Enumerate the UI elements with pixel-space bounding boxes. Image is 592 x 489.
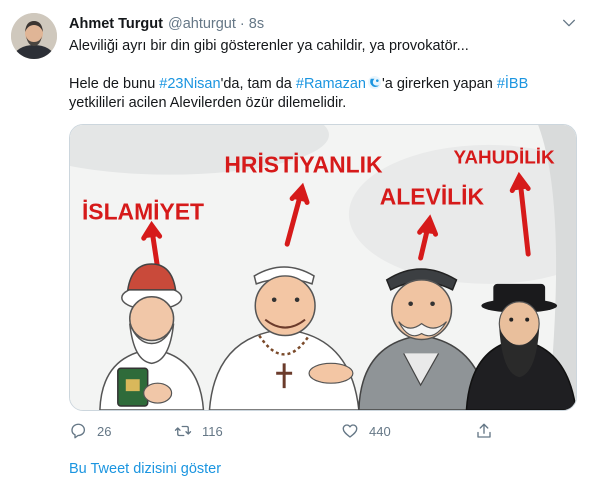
label-yahudilik: YAHUDİLİK: [453, 148, 555, 169]
chevron-down-icon[interactable]: [561, 15, 577, 31]
label-hristiyanlik: HRİSTİYANLIK: [224, 152, 383, 178]
like-action[interactable]: 440: [341, 422, 391, 440]
tweet-line-1: Aleviliği ayrı bir din gibi gösterenler …: [69, 38, 469, 54]
text-run: Hele de bunu: [69, 76, 160, 92]
tweet-paragraph-2: Hele de bunu #23Nisan'da, tam da #Ramaza…: [69, 75, 579, 113]
text-run: 'da, tam da: [220, 76, 296, 92]
author-name[interactable]: Ahmet Turgut: [69, 16, 163, 32]
reply-action[interactable]: 26: [69, 422, 111, 440]
text-run: yetkilileri acilen Alevilerden özür dile…: [69, 95, 347, 111]
reply-icon[interactable]: [69, 422, 87, 440]
separator-dot: ·: [239, 16, 245, 32]
tweet-header: Ahmet Turgut @ahturgut · 8s: [69, 14, 264, 34]
share-icon[interactable]: [475, 422, 493, 440]
hashtag-ramazan[interactable]: #Ramazan: [296, 76, 366, 92]
tweet[interactable]: Ahmet Turgut @ahturgut · 8s Aleviliği ay…: [0, 0, 592, 489]
label-islamiyet: İSLAMİYET: [82, 198, 204, 224]
like-icon[interactable]: [341, 422, 359, 440]
tweet-image[interactable]: İSLAMİYET HRİSTİYANLIK ALEVİLİK YAHUDİLİ…: [69, 124, 577, 411]
hashtag-23nisan[interactable]: #23Nisan: [159, 76, 220, 92]
retweet-count: 116: [202, 423, 223, 439]
retweet-icon[interactable]: [174, 422, 192, 440]
share-action[interactable]: [475, 422, 493, 440]
ramazan-wave-icon: [367, 75, 382, 90]
label-alevilik: ALEVİLİK: [380, 183, 485, 209]
retweet-action[interactable]: 116: [174, 422, 223, 440]
author-handle[interactable]: @ahturgut: [168, 16, 236, 32]
avatar[interactable]: [11, 13, 57, 59]
reply-count: 26: [97, 423, 112, 439]
hashtag-ibb[interactable]: #İBB: [497, 76, 528, 92]
like-count: 440: [369, 423, 391, 439]
tweet-actions: 26 116 440: [69, 422, 509, 442]
tweet-text: Aleviliği ayrı bir din gibi gösterenler …: [69, 37, 579, 113]
text-run: 'a girerken yapan: [382, 76, 497, 92]
show-thread-link[interactable]: Bu Tweet dizisini göster: [69, 461, 221, 477]
tweet-time[interactable]: 8s: [249, 16, 264, 32]
